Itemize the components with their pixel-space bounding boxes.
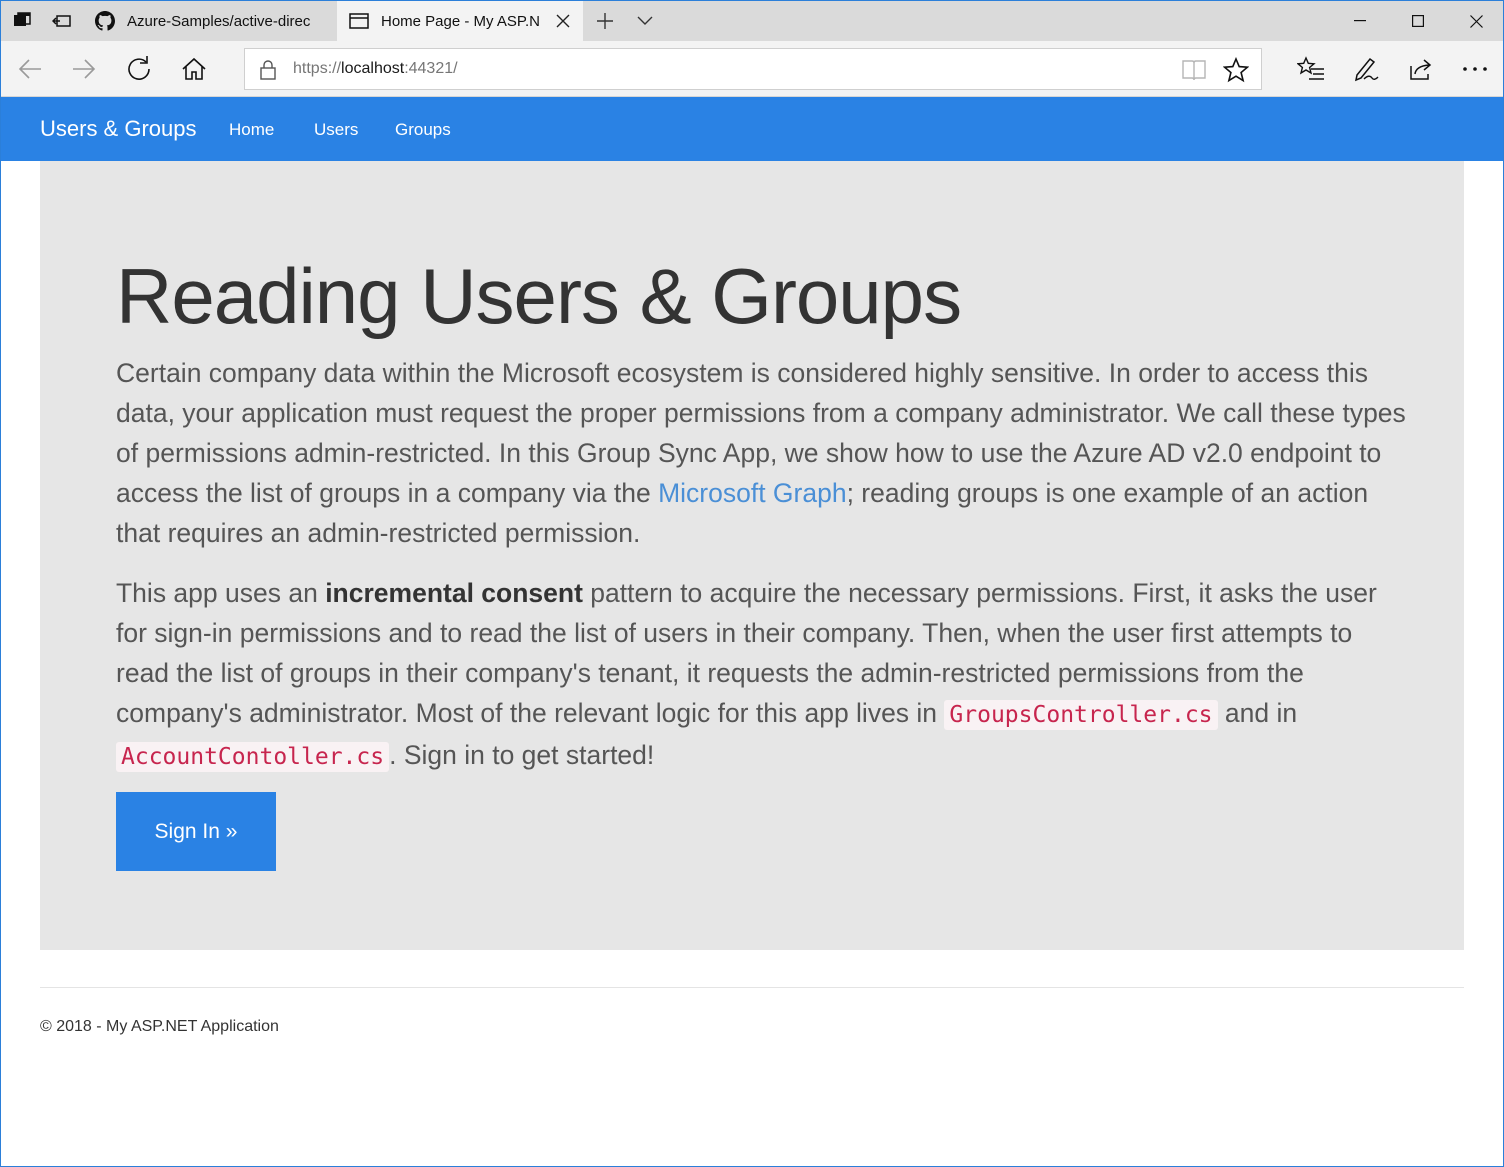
maximize-button[interactable] bbox=[1389, 1, 1447, 41]
tab-set-aside-icon[interactable] bbox=[10, 9, 34, 33]
consent-text-and: and in bbox=[1217, 698, 1298, 728]
favorites-icon[interactable] bbox=[1295, 53, 1327, 85]
consent-text: This app uses an bbox=[116, 578, 326, 608]
tab-title: Azure-Samples/active-direc bbox=[127, 12, 311, 30]
nav-link-users[interactable]: Users bbox=[314, 120, 358, 140]
browser-window: Azure-Samples/active-direc Home Page - M… bbox=[0, 0, 1504, 1167]
tab-title: Home Page - My ASP.N bbox=[381, 12, 540, 30]
url-scheme: https:// bbox=[293, 60, 342, 77]
consent-paragraph: This app uses an incremental consent pat… bbox=[116, 573, 1406, 777]
page-icon bbox=[349, 11, 369, 31]
code-account-controller: AccountContoller.cs bbox=[116, 742, 390, 772]
refresh-icon[interactable] bbox=[123, 53, 155, 85]
consent-text-end: . Sign in to get started! bbox=[389, 740, 655, 770]
tab-github[interactable]: Azure-Samples/active-direc bbox=[83, 1, 337, 41]
tab-preview-icon[interactable] bbox=[50, 9, 74, 33]
site-navbar: Users & Groups Home Users Groups bbox=[1, 97, 1503, 161]
new-tab-button[interactable] bbox=[591, 7, 619, 35]
code-groups-controller: GroupsController.cs bbox=[944, 700, 1218, 730]
microsoft-graph-link[interactable]: Microsoft Graph bbox=[658, 478, 847, 508]
browser-toolbar: https://localhost:44321/ bbox=[1, 41, 1503, 97]
star-icon[interactable] bbox=[1222, 56, 1250, 83]
back-arrow-icon[interactable] bbox=[14, 53, 46, 85]
sign-in-button[interactable]: Sign In » bbox=[116, 792, 276, 871]
url-host: localhost bbox=[341, 60, 405, 77]
github-icon bbox=[95, 11, 115, 31]
home-icon[interactable] bbox=[178, 53, 210, 85]
footer-divider bbox=[40, 987, 1464, 988]
jumbotron: Reading Users & Groups Certain company d… bbox=[40, 161, 1464, 950]
consent-emphasis: incremental consent bbox=[325, 578, 583, 608]
url-text: https://localhost:44321/ bbox=[293, 60, 458, 78]
more-options-icon[interactable] bbox=[1459, 53, 1491, 85]
reading-view-icon[interactable] bbox=[1181, 58, 1207, 82]
chevron-down-icon[interactable] bbox=[633, 9, 657, 33]
footer-text: © 2018 - My ASP.NET Application bbox=[40, 1018, 279, 1035]
tab-home-page[interactable]: Home Page - My ASP.N bbox=[337, 1, 583, 41]
close-tab-icon[interactable] bbox=[553, 11, 573, 31]
lock-icon bbox=[257, 59, 279, 81]
nav-link-home[interactable]: Home bbox=[229, 120, 274, 140]
pen-icon[interactable] bbox=[1350, 53, 1382, 85]
share-icon[interactable] bbox=[1404, 53, 1436, 85]
address-bar[interactable]: https://localhost:44321/ bbox=[244, 48, 1262, 90]
navbar-brand[interactable]: Users & Groups bbox=[40, 116, 197, 142]
minimize-button[interactable] bbox=[1331, 1, 1389, 41]
tab-strip: Azure-Samples/active-direc Home Page - M… bbox=[1, 1, 1503, 41]
close-window-button[interactable] bbox=[1447, 1, 1503, 41]
url-rest: :44321/ bbox=[404, 60, 458, 77]
page-title: Reading Users & Groups bbox=[116, 252, 962, 340]
nav-link-groups[interactable]: Groups bbox=[395, 120, 451, 140]
forward-arrow-icon[interactable] bbox=[68, 53, 100, 85]
intro-paragraph: Certain company data within the Microsof… bbox=[116, 353, 1406, 553]
